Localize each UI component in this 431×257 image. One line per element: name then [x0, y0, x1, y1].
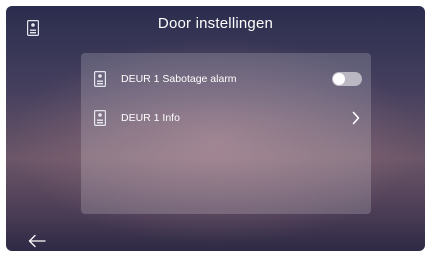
chevron-right-icon[interactable] [351, 111, 361, 125]
settings-panel: DEUR 1 Sabotage alarm DEUR 1 Info [81, 53, 371, 214]
setting-row-sabotage-alarm[interactable]: DEUR 1 Sabotage alarm [81, 66, 371, 92]
toggle-knob [333, 73, 345, 85]
page-title: Door instellingen [157, 15, 274, 32]
setting-label: DEUR 1 Info [121, 112, 180, 124]
door-panel-icon [94, 110, 106, 126]
setting-label: DEUR 1 Sabotage alarm [121, 73, 237, 85]
back-arrow-icon[interactable] [28, 234, 46, 248]
door-panel-icon [94, 71, 106, 87]
door-settings-screen: Door instellingen DEUR 1 Sabotage alarm … [6, 6, 425, 251]
sabotage-alarm-toggle[interactable] [332, 72, 362, 86]
setting-row-info[interactable]: DEUR 1 Info [81, 105, 371, 131]
